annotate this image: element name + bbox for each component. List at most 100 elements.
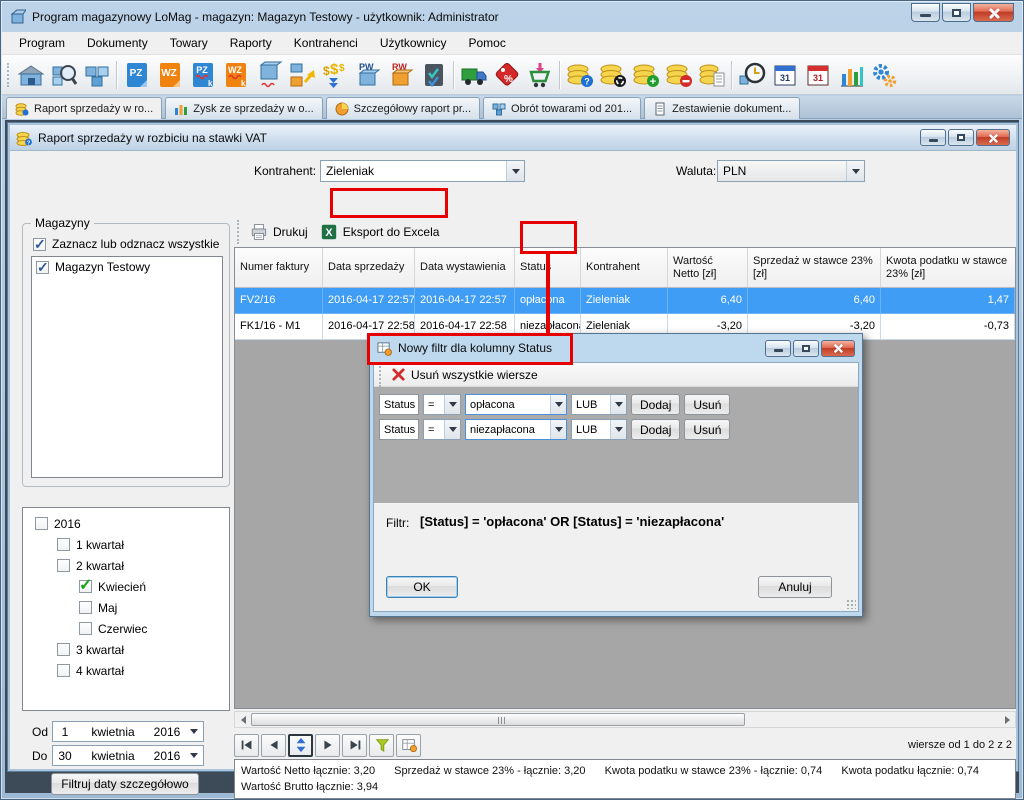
checkbox-icon[interactable]	[57, 538, 70, 551]
tab-szczegolowy-raport[interactable]: Szczegółowy raport pr...	[326, 97, 480, 119]
add-row-button[interactable]: Dodaj	[631, 419, 680, 440]
scroll-records-button[interactable]	[288, 734, 313, 757]
transfer-goods-icon[interactable]	[285, 58, 318, 92]
tree-item-2kwartal[interactable]: 2 kwartał	[35, 555, 229, 576]
filter-dates-button[interactable]: Filtruj daty szczegółowo	[51, 773, 199, 795]
pz-document-icon[interactable]: PZ	[120, 58, 153, 92]
last-record-button[interactable]	[342, 734, 367, 757]
value-combo[interactable]: niezapłacona	[465, 419, 567, 440]
next-record-button[interactable]	[315, 734, 340, 757]
add-row-button[interactable]: Dodaj	[631, 394, 680, 415]
checkbox-icon[interactable]	[35, 517, 48, 530]
select-all-warehouses[interactable]: Zaznacz lub odznacz wszystkie	[29, 234, 229, 254]
report-restore-button[interactable]	[948, 129, 974, 146]
value-combo[interactable]: opłacona	[465, 394, 567, 415]
date-to-year[interactable]: 2016	[149, 749, 185, 763]
warehouse-item[interactable]: Magazyn Testowy	[32, 257, 222, 277]
menu-raporty[interactable]: Raporty	[219, 33, 283, 53]
date-from-month[interactable]: kwietnia	[77, 725, 149, 739]
table-row[interactable]: FV2/16 2016-04-17 22:57 2016-04-17 22:57…	[235, 288, 1015, 314]
tab-raport-sprzedazy[interactable]: Raport sprzedaży w ro...	[6, 97, 162, 119]
chevron-down-icon[interactable]	[610, 395, 626, 414]
ok-button[interactable]: OK	[386, 576, 458, 598]
search-goods-icon[interactable]	[47, 58, 80, 92]
report-minimize-button[interactable]	[920, 129, 946, 146]
scroll-right-icon[interactable]	[999, 712, 1015, 727]
remove-row-button[interactable]: Usuń	[684, 394, 730, 415]
chevron-down-icon[interactable]	[550, 420, 566, 439]
purchase-cart-icon[interactable]	[523, 58, 556, 92]
export-excel-button[interactable]: X Eksport do Excela	[314, 221, 446, 243]
checkbox-icon[interactable]	[36, 261, 49, 274]
column-header-status[interactable]: Status	[515, 248, 581, 287]
history-clock-icon[interactable]	[735, 58, 768, 92]
chevron-down-icon[interactable]	[846, 161, 864, 181]
tree-item-2016[interactable]: 2016	[35, 513, 229, 534]
menu-pomoc[interactable]: Pomoc	[458, 33, 517, 53]
date-from-day[interactable]: 1	[53, 725, 77, 739]
calendar-year-icon[interactable]: 31	[801, 58, 834, 92]
report-close-button[interactable]	[976, 129, 1010, 146]
column-header-kwota-podatku[interactable]: Kwota podatku w stawce 23% [zł]	[881, 248, 1015, 287]
checkbox-icon[interactable]	[79, 622, 92, 635]
chevron-down-icon[interactable]	[185, 722, 203, 741]
joiner-combo[interactable]: LUB	[571, 419, 627, 440]
money-report-icon[interactable]	[695, 58, 728, 92]
settings-icon[interactable]	[867, 58, 900, 92]
column-header-wartosc-netto[interactable]: Wartość Netto [zł]	[668, 248, 748, 287]
period-tree[interactable]: 2016 1 kwartał 2 kwartał Kwiecień Maj Cz…	[22, 507, 230, 711]
resize-grip[interactable]	[846, 599, 856, 609]
restore-button[interactable]	[942, 3, 971, 22]
tree-item-czerwiec[interactable]: Czerwiec	[35, 618, 229, 639]
scroll-left-icon[interactable]	[235, 712, 251, 727]
tree-item-maj[interactable]: Maj	[35, 597, 229, 618]
operator-combo[interactable]: =	[423, 394, 461, 415]
tree-item-4kwartal[interactable]: 4 kwartał	[35, 660, 229, 681]
clear-all-rows-button[interactable]: Usuń wszystkie wiersze	[411, 368, 538, 382]
checkbox-icon[interactable]	[57, 664, 70, 677]
wzk-document-icon[interactable]: WZk	[219, 58, 252, 92]
minimize-button[interactable]	[911, 3, 940, 22]
tree-item-3kwartal[interactable]: 3 kwartał	[35, 639, 229, 660]
delivery-truck-icon[interactable]	[457, 58, 490, 92]
chevron-down-icon[interactable]	[550, 395, 566, 414]
horizontal-scrollbar[interactable]	[234, 711, 1016, 728]
money-exchange-icon[interactable]	[596, 58, 629, 92]
checkbox-icon[interactable]	[79, 601, 92, 614]
wz-document-icon[interactable]: WZ	[153, 58, 186, 92]
remove-row-button[interactable]: Usuń	[684, 419, 730, 440]
column-header-data-sprzedazy[interactable]: Data sprzedaży	[323, 248, 415, 287]
rw-document-icon[interactable]: RW	[384, 58, 417, 92]
warehouse-icon[interactable]	[14, 58, 47, 92]
checkbox-icon[interactable]	[79, 580, 92, 593]
dialog-minimize-button[interactable]	[765, 340, 791, 357]
tree-item-kwiecien[interactable]: Kwiecień	[35, 576, 229, 597]
mm-document-icon[interactable]	[252, 58, 285, 92]
sale-dollars-icon[interactable]: $$$	[318, 58, 351, 92]
menu-kontrahenci[interactable]: Kontrahenci	[283, 33, 369, 53]
menu-uzytkownicy[interactable]: Użytkownicy	[369, 33, 458, 53]
grid-settings-button[interactable]	[396, 734, 421, 757]
column-header-kontrahent[interactable]: Kontrahent	[581, 248, 668, 287]
money-add-icon[interactable]: +	[629, 58, 662, 92]
date-to-month[interactable]: kwietnia	[77, 749, 149, 763]
close-button[interactable]	[973, 3, 1014, 22]
chevron-down-icon[interactable]	[444, 395, 460, 414]
column-header-data-wystawienia[interactable]: Data wystawienia	[415, 248, 515, 287]
operator-combo[interactable]: =	[423, 419, 461, 440]
contractor-combo[interactable]: Zieleniak	[320, 160, 525, 182]
warehouses-listbox[interactable]: Magazyn Testowy	[31, 256, 223, 478]
discount-tag-icon[interactable]: %	[490, 58, 523, 92]
print-button[interactable]: Drukuj	[244, 221, 314, 243]
currency-combo[interactable]: PLN	[717, 160, 865, 182]
checkbox-icon[interactable]	[57, 559, 70, 572]
scrollbar-thumb[interactable]	[251, 713, 745, 726]
menu-towary[interactable]: Towary	[159, 33, 219, 53]
money-remove-icon[interactable]	[662, 58, 695, 92]
scrollbar-track[interactable]	[251, 712, 999, 727]
dialog-restore-button[interactable]	[793, 340, 819, 357]
checkbox-icon[interactable]	[33, 238, 46, 251]
date-to-picker[interactable]: 30 kwietnia 2016	[52, 745, 204, 766]
tab-zysk-ze-sprzedazy[interactable]: Zysk ze sprzedaży w o...	[165, 97, 322, 119]
tab-obrot-towarami[interactable]: Obrót towarami od 201...	[483, 97, 641, 119]
